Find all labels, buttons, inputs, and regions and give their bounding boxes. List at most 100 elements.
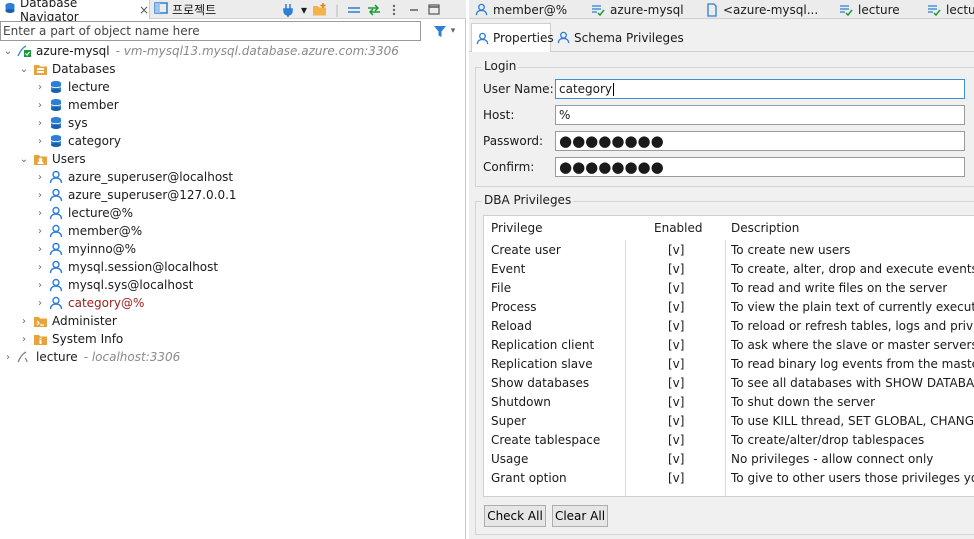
tree-node-user[interactable]: › myinno@% (34, 240, 136, 258)
editor-tab-lecture-2[interactable]: lectur (927, 0, 974, 19)
object-name-filter-input[interactable] (0, 21, 421, 41)
description-cell: To create, alter, drop and execute event… (731, 261, 974, 276)
enabled-checkbox-cell[interactable]: [v] (668, 468, 684, 487)
chevron-right-icon[interactable]: › (34, 100, 46, 111)
link-with-editor-icon[interactable] (364, 0, 384, 19)
table-row[interactable]: File [v] To read and write files on the se… (484, 278, 974, 297)
chevron-right-icon[interactable]: › (34, 262, 46, 273)
chevron-right-icon[interactable]: › (34, 208, 46, 219)
tree-node-user[interactable]: › lecture@% (34, 204, 133, 222)
minimize-icon[interactable] (404, 0, 424, 19)
tree-node-users[interactable]: ⌄ Users (18, 150, 86, 168)
enabled-checkbox-cell[interactable]: [v] (668, 335, 684, 354)
enabled-checkbox-cell[interactable]: [v] (668, 240, 684, 259)
tree-node-user[interactable]: › member@% (34, 222, 142, 240)
tree-node-user[interactable]: › azure_superuser@localhost (34, 168, 233, 186)
enabled-checkbox-cell[interactable]: [v] (668, 449, 684, 468)
chevron-right-icon[interactable]: › (34, 298, 46, 309)
chevron-right-icon[interactable]: › (18, 316, 30, 327)
new-connection-icon[interactable] (278, 0, 298, 19)
table-row[interactable]: Create user [v] To create new users (484, 240, 974, 259)
collapse-all-icon[interactable] (344, 0, 364, 19)
chevron-right-icon[interactable]: › (34, 226, 46, 237)
chevron-right-icon[interactable]: › (18, 334, 30, 345)
subtab-schema-privileges[interactable]: Schema Privileges (553, 23, 688, 52)
chevron-right-icon[interactable]: › (34, 172, 46, 183)
tree-node-database[interactable]: › member (34, 96, 119, 114)
table-row[interactable]: Event [v] To create, alter, drop and execu… (484, 259, 974, 278)
table-row[interactable]: Usage [v] No privileges - allow connect on… (484, 449, 974, 468)
table-row[interactable]: Show databases [v] To see all databases wi… (484, 373, 974, 392)
chevron-down-icon[interactable]: ▾ (298, 0, 310, 19)
filter-icon[interactable]: ▾ (427, 22, 461, 40)
table-row[interactable]: Process [v] To view the plain text of curr… (484, 297, 974, 316)
enabled-checkbox-cell[interactable]: [v] (668, 278, 684, 297)
password-input[interactable]: ●●●●●●●● (555, 131, 965, 151)
clear-all-button[interactable]: Clear All (552, 505, 608, 527)
chevron-right-icon[interactable]: › (2, 352, 14, 363)
column-header-description[interactable]: Description (731, 216, 799, 240)
subtab-properties[interactable]: Properties (471, 23, 554, 52)
privilege-cell: Super (491, 413, 527, 428)
table-row[interactable]: Reload [v] To reload or refresh tables, lo… (484, 316, 974, 335)
enabled-checkbox-cell[interactable]: [v] (668, 411, 684, 430)
users-folder-icon (32, 152, 48, 166)
tree-node-user[interactable]: › azure_superuser@127.0.0.1 (34, 186, 237, 204)
chevron-right-icon[interactable]: › (34, 280, 46, 291)
check-all-button[interactable]: Check All (484, 505, 546, 527)
table-row[interactable]: Create tablespace [v] To create/alter/drop… (484, 430, 974, 449)
editor-tab-lecture[interactable]: lecture (839, 0, 900, 19)
chevron-right-icon[interactable]: › (34, 82, 46, 93)
chevron-down-icon[interactable]: ⌄ (18, 64, 30, 75)
tree-node-administer[interactable]: › Administer (18, 312, 117, 330)
chevron-right-icon[interactable]: › (34, 136, 46, 147)
enabled-checkbox-cell[interactable]: [v] (668, 430, 684, 449)
table-row[interactable]: Replication slave [v] To read binary log e… (484, 354, 974, 373)
chevron-right-icon[interactable]: › (34, 190, 46, 201)
chevron-down-icon: ▾ (450, 26, 456, 36)
editor-tab-azure-mysql[interactable]: azure-mysql (591, 0, 684, 19)
column-header-enabled[interactable]: Enabled (654, 216, 703, 240)
enabled-checkbox-cell[interactable]: [v] (668, 354, 684, 373)
table-row[interactable]: Replication client [v] To ask where the sl… (484, 335, 974, 354)
tree-node-user-modified[interactable]: › category@% (34, 294, 144, 312)
editor-subtab-bar: Properties Schema Privileges (469, 20, 974, 52)
user-icon (48, 296, 64, 310)
enabled-checkbox-cell[interactable]: [v] (668, 297, 684, 316)
close-icon[interactable]: × (139, 3, 149, 17)
tree-node-system-info[interactable]: › System Info (18, 330, 123, 348)
table-row[interactable]: Super [v] To use KILL thread, SET GLOBAL, … (484, 411, 974, 430)
tab-database-navigator[interactable]: Database Navigator × (0, 0, 150, 24)
tree-node-database[interactable]: › category (34, 132, 121, 150)
confirm-input[interactable]: ●●●●●●●● (555, 157, 965, 177)
enabled-checkbox-cell[interactable]: [v] (668, 392, 684, 411)
tree-node-connection[interactable]: ⌄ azure-mysql - vm-mysql13.mysql.databas… (2, 42, 399, 60)
chevron-right-icon[interactable]: › (34, 244, 46, 255)
tree-node-connection[interactable]: › lecture - localhost:3306 (2, 348, 180, 366)
user-name-input[interactable]: category (555, 79, 965, 99)
enabled-checkbox-cell[interactable]: [v] (668, 373, 684, 392)
table-row[interactable]: Shutdown [v] To shut down the server (484, 392, 974, 411)
tree-node-user[interactable]: › mysql.sys@localhost (34, 276, 193, 294)
maximize-icon[interactable] (424, 0, 444, 19)
view-menu-icon[interactable] (384, 0, 404, 19)
editor-tab-sql-script[interactable]: <azure-mysql... (706, 0, 818, 19)
enabled-checkbox-cell[interactable]: [v] (668, 259, 684, 278)
tree-node-database[interactable]: › lecture (34, 78, 110, 96)
chevron-down-icon[interactable]: ⌄ (2, 46, 14, 57)
description-cell: To view the plain text of currently exec… (731, 299, 974, 314)
chevron-right-icon[interactable]: › (34, 118, 46, 129)
tree-node-user[interactable]: › mysql.session@localhost (34, 258, 218, 276)
host-input[interactable]: % (555, 105, 965, 125)
enabled-checkbox-cell[interactable]: [v] (668, 316, 684, 335)
editor-tab-member[interactable]: member@% (475, 0, 567, 19)
tree-node-database[interactable]: › sys (34, 114, 88, 132)
column-header-privilege[interactable]: Privilege (491, 216, 542, 240)
tree-node-databases[interactable]: ⌄ Databases (18, 60, 116, 78)
table-row[interactable]: Grant option [v] To give to other users th… (484, 468, 974, 487)
description-cell: To reload or refresh tables, logs and pr… (731, 318, 974, 333)
chevron-down-icon[interactable]: ⌄ (18, 154, 30, 165)
tab-project[interactable]: 프로젝트 (154, 0, 254, 19)
description-cell: To create/alter/drop tablespaces (731, 432, 925, 447)
new-folder-icon[interactable] (310, 0, 330, 19)
